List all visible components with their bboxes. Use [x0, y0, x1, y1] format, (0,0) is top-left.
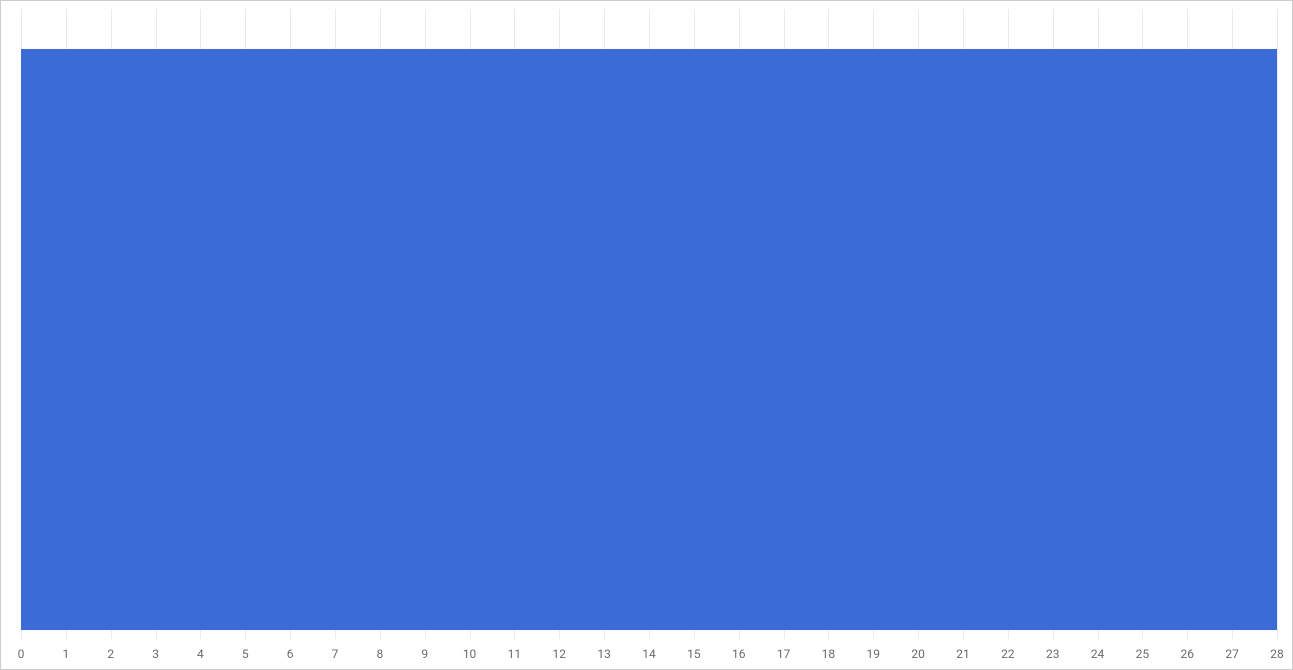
x-tick-label: 9 — [421, 647, 428, 661]
x-tick-label: 23 — [1046, 647, 1060, 661]
x-tick-label: 18 — [822, 647, 836, 661]
data-bar — [21, 49, 1277, 630]
x-tick-label: 28 — [1270, 647, 1284, 661]
x-tick-label: 5 — [242, 647, 249, 661]
chart-frame: 0123456789101112131415161718192021222324… — [0, 0, 1293, 670]
x-tick-label: 24 — [1091, 647, 1105, 661]
x-tick-label: 20 — [911, 647, 925, 661]
x-tick-label: 1 — [62, 647, 69, 661]
x-tick-label: 12 — [553, 647, 567, 661]
x-tick-label: 15 — [687, 647, 701, 661]
x-tick-label: 7 — [332, 647, 339, 661]
x-tick-label: 13 — [597, 647, 611, 661]
x-tick-label: 6 — [287, 647, 294, 661]
x-tick-label: 19 — [867, 647, 881, 661]
x-tick-label: 22 — [1001, 647, 1015, 661]
x-tick-label: 14 — [642, 647, 656, 661]
x-tick-label: 8 — [376, 647, 383, 661]
x-tick-label: 17 — [777, 647, 791, 661]
x-tick-label: 4 — [197, 647, 204, 661]
x-tick-label: 27 — [1225, 647, 1239, 661]
x-tick-label: 16 — [732, 647, 746, 661]
x-axis: 0123456789101112131415161718192021222324… — [21, 641, 1277, 669]
x-tick-label: 26 — [1181, 647, 1195, 661]
x-tick-label: 3 — [152, 647, 159, 661]
x-tick-label: 2 — [107, 647, 114, 661]
plot-area — [21, 9, 1277, 639]
x-gridline — [1277, 9, 1278, 639]
x-tick-label: 21 — [956, 647, 970, 661]
x-tick-label: 11 — [508, 647, 522, 661]
x-tick-label: 25 — [1136, 647, 1150, 661]
x-tick-label: 10 — [463, 647, 477, 661]
bar-area — [21, 9, 1277, 639]
x-tick-label: 0 — [18, 647, 25, 661]
